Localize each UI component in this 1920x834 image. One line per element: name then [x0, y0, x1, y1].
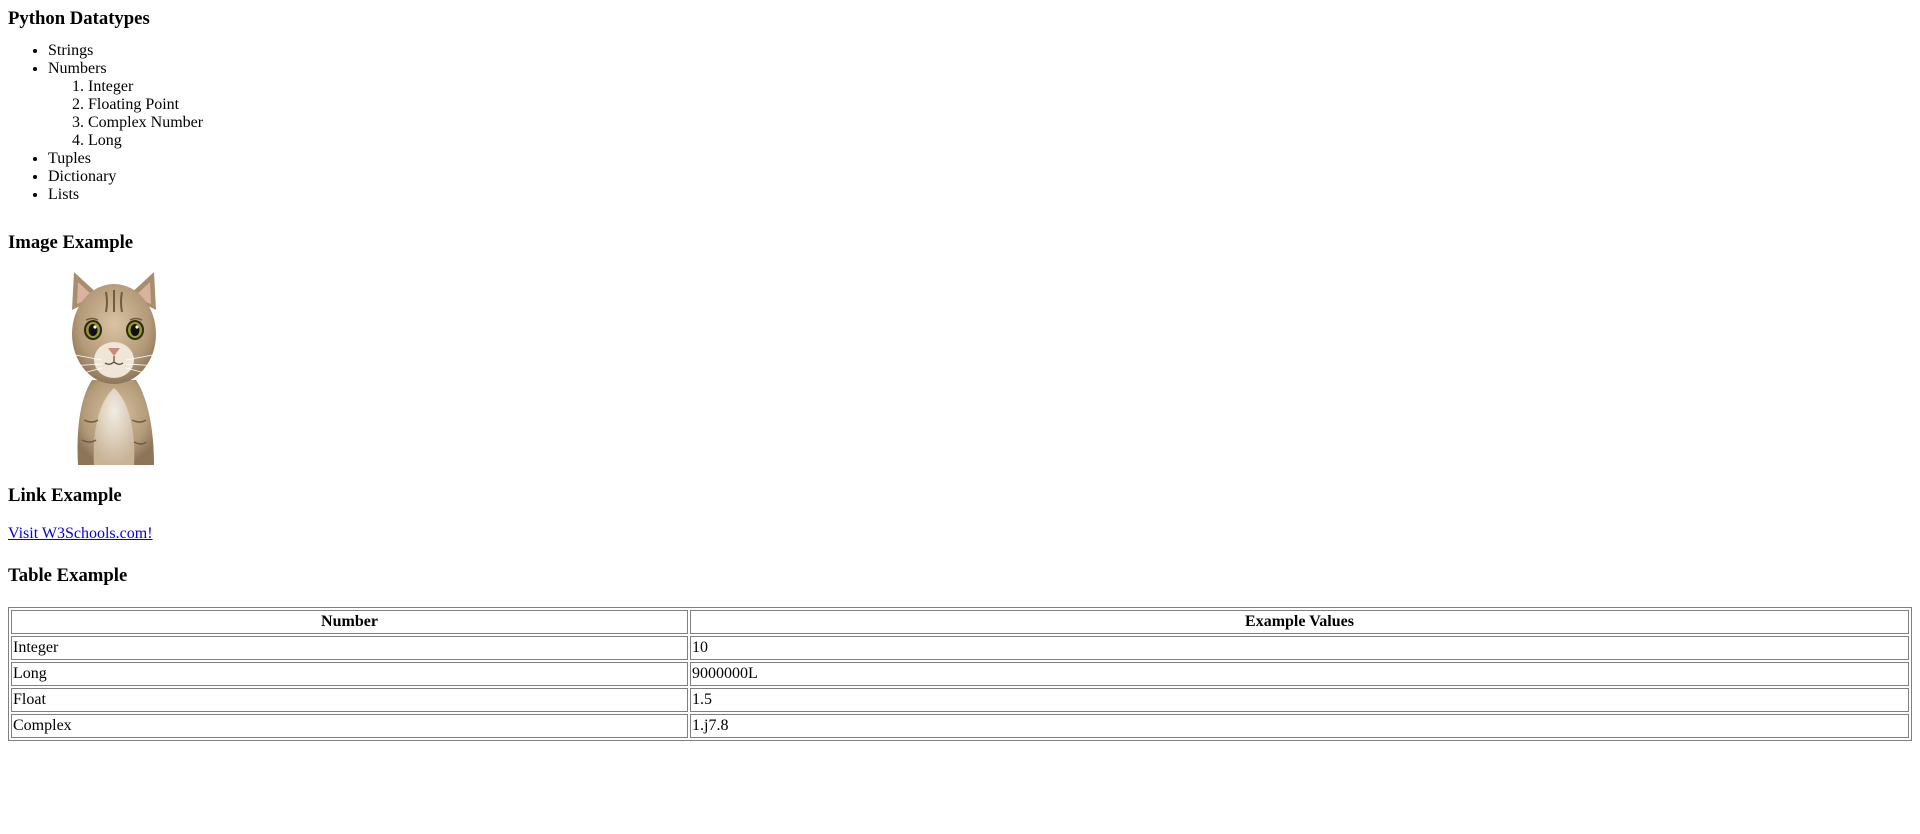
table-row: Float 1.5: [11, 688, 1909, 712]
list-item-strings: Strings: [48, 42, 1912, 60]
w3schools-link[interactable]: Visit W3Schools.com!: [8, 525, 153, 542]
table-header-row: Number Example Values: [11, 610, 1909, 634]
page-content: Python Datatypes Strings Numbers Integer…: [8, 0, 1912, 741]
number-type-floating-point: Floating Point: [88, 96, 1912, 114]
table-cell-type: Long: [11, 662, 688, 686]
table-heading: Table Example: [8, 565, 128, 586]
table-cell-type: Float: [11, 688, 688, 712]
list-item-dictionary: Dictionary: [48, 168, 1912, 186]
link-heading: Link Example: [8, 485, 122, 506]
number-type-integer: Integer: [88, 78, 1912, 96]
table-cell-value: 1.5: [690, 688, 1909, 712]
cat-image: [66, 270, 162, 465]
table-cell-value: 1.j7.8: [690, 714, 1909, 738]
table-cell-type: Complex: [11, 714, 688, 738]
table-row: Complex 1.j7.8: [11, 714, 1909, 738]
list-item-numbers-label: Numbers: [48, 60, 107, 77]
list-item-numbers: Numbers Integer Floating Point Complex N…: [48, 60, 1912, 150]
number-type-complex-number: Complex Number: [88, 114, 1912, 132]
number-types-list: Integer Floating Point Complex Number Lo…: [48, 78, 1912, 150]
link-line: Visit W3Schools.com!: [8, 525, 1912, 543]
list-item-tuples: Tuples: [48, 150, 1912, 168]
table-row: Integer 10: [11, 636, 1909, 660]
datatypes-heading: Python Datatypes: [8, 8, 150, 29]
table-header-number: Number: [11, 610, 688, 634]
table-cell-value: 10: [690, 636, 1909, 660]
number-table: Number Example Values Integer 10 Long 90…: [8, 607, 1912, 741]
number-type-long: Long: [88, 132, 1912, 150]
table-cell-value: 9000000L: [690, 662, 1909, 686]
datatypes-list: Strings Numbers Integer Floating Point C…: [8, 42, 1912, 204]
list-item-lists: Lists: [48, 186, 1912, 204]
cat-illustration: [68, 272, 160, 465]
table-header-example-values: Example Values: [690, 610, 1909, 634]
table-cell-type: Integer: [11, 636, 688, 660]
image-heading: Image Example: [8, 232, 134, 253]
table-row: Long 9000000L: [11, 662, 1909, 686]
